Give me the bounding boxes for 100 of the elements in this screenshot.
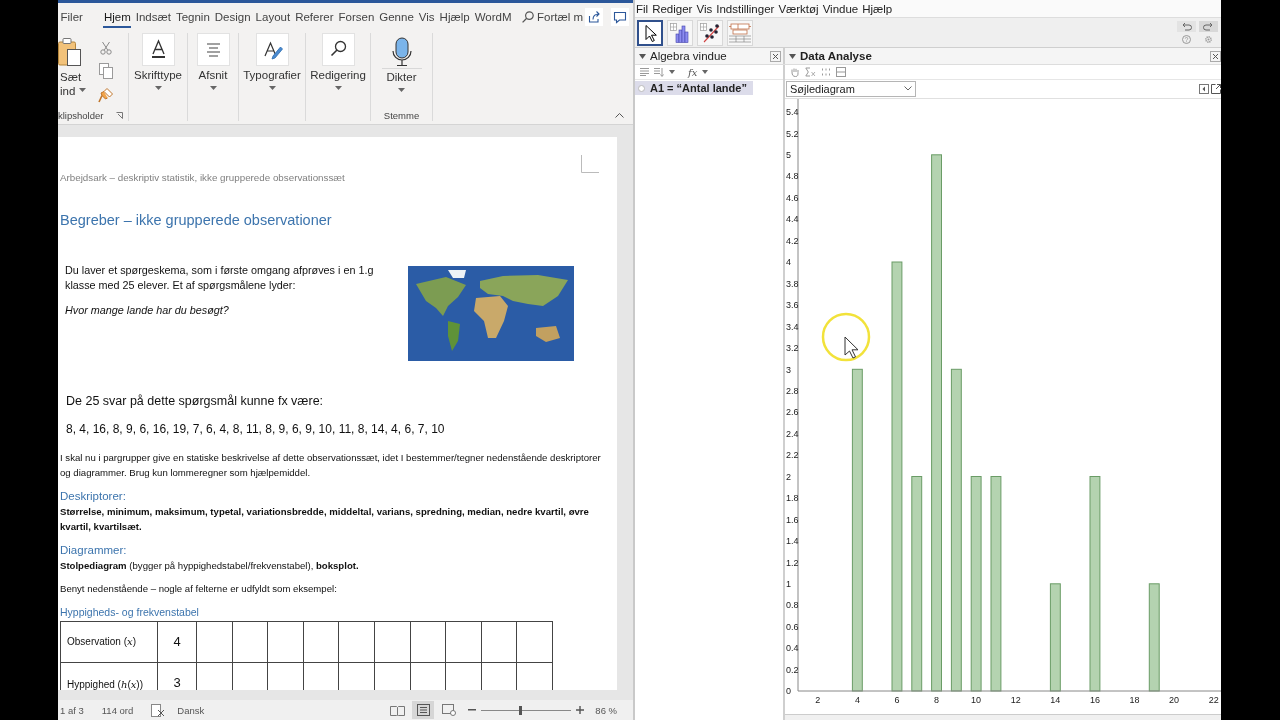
menu-item[interactable]: Indstillinger xyxy=(716,2,775,15)
menu-item[interactable]: Fil xyxy=(636,2,649,15)
menu-item[interactable]: Hjælp xyxy=(862,2,893,15)
ribbon-tab[interactable]: Tegnin xyxy=(173,4,213,29)
ribbon-tab[interactable]: Filer xyxy=(58,4,86,29)
paragraph: Du laver et spørgeskema, som i første omgang afprøves i en 1.g klasse med 25 elever. Et af spørgsmålene lyder: xyxy=(64,263,375,293)
ribbon-tab[interactable]: Design xyxy=(212,4,254,29)
copy-icon[interactable] xyxy=(99,63,113,79)
axis-tick-label: 4.6 xyxy=(786,192,799,203)
dictate-button[interactable]: Dikter xyxy=(381,37,422,92)
list-icon[interactable] xyxy=(640,68,649,76)
chevron-down-icon[interactable] xyxy=(904,86,912,92)
number-grid-icon[interactable] xyxy=(821,66,831,77)
ribbon-tab[interactable]: Vis xyxy=(416,4,438,29)
scissors-icon[interactable] xyxy=(100,41,112,55)
move-tool-button[interactable] xyxy=(637,19,663,46)
search-field[interactable]: Fortæl m xyxy=(537,10,585,23)
page-layout-icon xyxy=(416,704,430,716)
ribbon-tab[interactable]: Hjem xyxy=(101,4,134,29)
redo-icon[interactable] xyxy=(1199,21,1218,32)
mouse-pointer-icon xyxy=(821,312,871,364)
styles-button[interactable]: Typografier xyxy=(243,33,301,90)
data-list: 8, 4, 16, 8, 9, 6, 16, 19, 7, 6, 4, 8, 11, 8, 9, 6, 9, 10, 11, 8, 14, 4, 6, 7, 10 xyxy=(66,421,617,437)
ribbon-tab[interactable]: Forsen xyxy=(336,4,377,29)
axis-tick-label: 2 xyxy=(786,471,791,482)
triangle-down-icon[interactable] xyxy=(789,53,796,59)
paragraph: Størrelse, minimum, maksimum, typetal, variationsbredde, middeltal, varians, spredning, median, nedre kvartil, øvre kvartil, kvartilsæt. xyxy=(60,505,590,534)
panel-title: Data Analyse xyxy=(800,50,872,62)
undo-icon[interactable] xyxy=(1177,21,1196,32)
collapse-panel-icon[interactable] xyxy=(1199,83,1209,94)
ribbon-tab[interactable]: Layout xyxy=(253,4,293,29)
axis-tick-label: 2.2 xyxy=(786,450,799,461)
caret-icon xyxy=(268,86,276,90)
axis-tick-label: 0.6 xyxy=(786,621,799,632)
print-layout-button[interactable] xyxy=(412,701,435,719)
share-icon[interactable] xyxy=(585,7,603,26)
axis-tick-label: 3.4 xyxy=(786,321,799,332)
language-label: Dansk xyxy=(177,704,205,716)
ribbon-tab[interactable]: Referer xyxy=(292,4,336,29)
axis-tick-label: 0.4 xyxy=(786,643,799,654)
pop-out-icon[interactable] xyxy=(1211,83,1221,94)
caret-icon[interactable] xyxy=(669,70,675,74)
input-bar-toggle[interactable]: fx xyxy=(688,66,698,78)
menu-item[interactable]: Værktøj xyxy=(778,2,819,15)
sort-icon[interactable] xyxy=(654,67,664,77)
caret-icon[interactable] xyxy=(702,70,709,74)
zoom-in-icon[interactable] xyxy=(576,706,585,714)
subheading: Diagrammer: xyxy=(60,543,128,558)
paragraph-button[interactable]: Afsnit xyxy=(196,33,230,90)
triangle-down-icon[interactable] xyxy=(639,53,646,59)
paragraph: Benyt nedenstående – nogle af felterne er udfyldt som eksempel: xyxy=(60,582,338,596)
split-view-icon[interactable] xyxy=(836,66,846,77)
axis-tick-label: 16 xyxy=(1089,695,1100,705)
subheading: Deskriptorer: xyxy=(60,489,127,504)
font-button[interactable]: Skrifttype xyxy=(134,33,182,90)
align-center-icon xyxy=(196,33,230,66)
axis-tick-label: 5 xyxy=(786,150,791,160)
ribbon-tab[interactable]: Indsæt xyxy=(133,4,174,29)
paste-button[interactable]: Sæt ind xyxy=(58,37,96,98)
bar-chart-tool-button[interactable] xyxy=(667,19,693,46)
chevron-up-icon[interactable] xyxy=(615,113,624,118)
ribbon-tab[interactable]: Hjælp xyxy=(437,4,473,29)
axis-tick-label: 3 xyxy=(786,364,791,375)
close-icon[interactable] xyxy=(770,50,781,62)
axis-tick-label: 1.2 xyxy=(786,557,799,568)
caret-icon xyxy=(79,87,87,92)
search-icon xyxy=(321,33,355,66)
zoom-slider-thumb[interactable] xyxy=(519,705,523,715)
paragraph: Stolpediagram (bygger på hyppighedstabel/frekvenstabel), boksplot. xyxy=(60,559,360,573)
paintbrush-icon[interactable] xyxy=(98,87,114,103)
page-count: 1 af 3 xyxy=(60,704,84,716)
axis-tick-label: 1 xyxy=(786,579,791,589)
menu-item[interactable]: Vindue xyxy=(822,2,859,15)
algebra-item[interactable]: A1 = “Antal lande” xyxy=(635,81,753,95)
axis-tick-label: 4 xyxy=(854,695,860,705)
caret-icon xyxy=(209,86,217,90)
caret-icon xyxy=(398,88,405,92)
chart-type-dropdown[interactable]: Søjlediagram xyxy=(786,80,916,97)
microphone-icon xyxy=(390,37,413,67)
bar-chart-icon xyxy=(669,21,691,44)
proofing-icon[interactable] xyxy=(151,703,166,717)
dialog-launcher-icon[interactable] xyxy=(116,111,123,119)
comment-icon[interactable] xyxy=(611,7,629,26)
close-icon[interactable] xyxy=(1210,50,1221,62)
ribbon-tab[interactable]: Genne xyxy=(376,4,417,29)
menu-item[interactable]: Vis xyxy=(696,2,713,15)
clipboard-icon xyxy=(58,37,82,67)
question-text: Hvor mange lande har du besøgt? xyxy=(64,303,230,318)
ribbon-tab[interactable]: WordM xyxy=(472,4,514,29)
scatter-plot-tool-button[interactable] xyxy=(697,19,723,46)
visibility-toggle-icon[interactable] xyxy=(638,84,645,92)
menu-item[interactable]: Rediger xyxy=(652,2,693,15)
editing-button[interactable]: Redigering xyxy=(310,33,366,90)
table-caption: Hyppigheds- og frekvenstabel xyxy=(60,604,200,619)
heading: Begreber – ikke grupperede observationer xyxy=(60,212,333,228)
table-cell: Observation (x) xyxy=(60,621,158,662)
axis-tick-label: 4.4 xyxy=(786,214,799,225)
axis-tick-label: 5.4 xyxy=(786,107,799,118)
box-plot-table-icon xyxy=(728,21,752,44)
paragraph: I skal nu i pargrupper give en statiske beskrivelse af dette observationssæt, idet I bestemmer/tegner nedenstående deskriptorer og diagrammer. Brug kun lommeregner som hjælpemiddel. xyxy=(60,451,602,480)
